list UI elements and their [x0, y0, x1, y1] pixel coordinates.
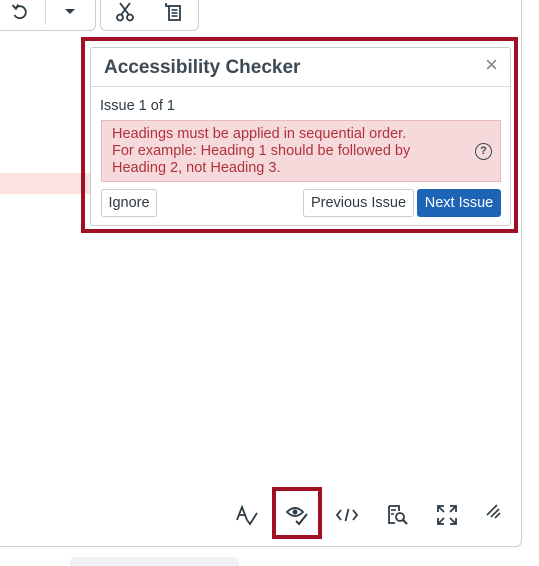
spellcheck-button[interactable] — [234, 502, 260, 528]
annotation-highlight-dialog — [81, 37, 518, 233]
heading-issue-highlight — [0, 173, 90, 194]
fullscreen-icon — [437, 505, 457, 525]
chevron-down-icon — [65, 9, 75, 14]
resize-handle[interactable] — [480, 498, 506, 524]
toolbar-clipboard-group — [100, 0, 199, 31]
undo-icon — [11, 4, 27, 20]
format-dropdown-button[interactable] — [46, 0, 94, 30]
paste-button[interactable] — [149, 0, 197, 30]
spellcheck-icon — [236, 504, 258, 526]
toolbar-undo-group — [0, 0, 96, 31]
fullscreen-button[interactable] — [434, 502, 460, 528]
editor-page: Accessibility Checker × Issue 1 of 1 Hea… — [0, 0, 539, 566]
html-editor-button[interactable] — [334, 502, 360, 528]
cut-button[interactable] — [101, 0, 149, 30]
cut-icon — [116, 2, 134, 22]
undo-button[interactable] — [0, 0, 45, 30]
paste-icon — [165, 3, 181, 21]
find-button[interactable] — [384, 502, 410, 528]
resize-handle-icon — [486, 504, 501, 519]
below-editor-tab — [70, 557, 239, 566]
html-editor-icon — [335, 508, 359, 522]
find-icon — [388, 505, 408, 525]
annotation-highlight-checker-button — [272, 487, 322, 539]
